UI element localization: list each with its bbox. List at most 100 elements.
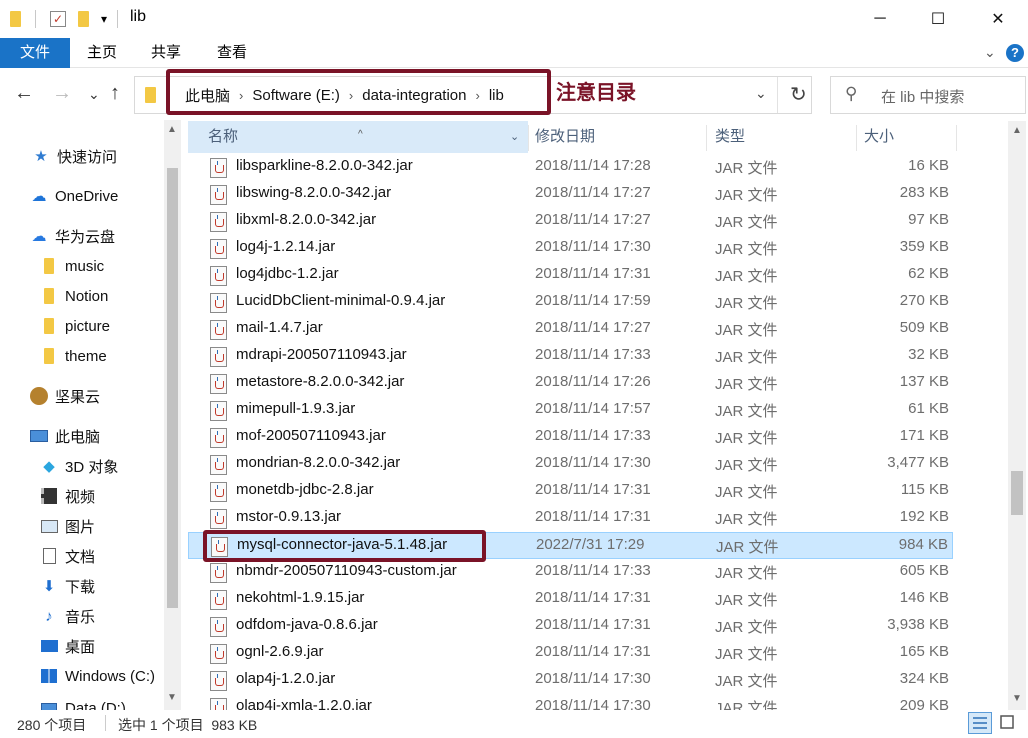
search-input[interactable]: ⚲ 在 lib 中搜索 — [830, 76, 1026, 114]
file-type: JAR 文件 — [715, 700, 778, 710]
sidebar-item-videos[interactable]: 视频 — [40, 483, 95, 509]
maximize-button[interactable]: ☐ — [908, 0, 968, 38]
refresh-button[interactable]: ↻ — [790, 82, 807, 107]
file-type: JAR 文件 — [715, 457, 778, 474]
drive-d-icon — [40, 700, 58, 710]
table-row[interactable]: mondrian-8.2.0.0-342.jar 2018/11/14 17:30… — [188, 451, 953, 478]
file-date: 2018/11/14 17:26 — [535, 373, 651, 390]
annotation-label: 注意目录 — [556, 82, 636, 104]
sidebar-item-nutstore[interactable]: 坚果云 — [30, 383, 100, 409]
sidebar-item-picture-folder[interactable]: picture — [40, 313, 110, 339]
table-row[interactable]: mstor-0.9.13.jar 2018/11/14 17:31 JAR 文件 19… — [188, 505, 953, 532]
sidebar-item-huawei-cloud[interactable]: ☁ 华为云盘 — [30, 223, 116, 249]
jar-file-icon — [210, 698, 227, 710]
jar-file-icon — [210, 158, 227, 178]
scroll-down-icon[interactable]: ▼ — [1012, 693, 1022, 704]
large-icons-view-button[interactable] — [996, 712, 1020, 734]
file-list-scrollbar[interactable]: ▲ ▼ — [1008, 121, 1026, 710]
jar-file-icon — [210, 428, 227, 448]
file-type: JAR 文件 — [715, 187, 778, 204]
sidebar-item-notion-folder[interactable]: Notion — [40, 283, 108, 309]
file-name: mondrian-8.2.0.0-342.jar — [236, 454, 401, 471]
back-button[interactable]: ← — [14, 82, 34, 105]
sidebar-item-theme-folder[interactable]: theme — [40, 343, 107, 369]
file-type: JAR 文件 — [715, 511, 778, 528]
address-dropdown-icon[interactable]: ⌄ — [755, 85, 767, 102]
sidebar-item-this-pc[interactable]: 此电脑 — [30, 423, 100, 449]
scroll-up-icon[interactable]: ▲ — [167, 124, 177, 135]
scrollbar-thumb[interactable] — [167, 168, 178, 608]
column-size[interactable]: 大小 — [844, 121, 894, 153]
table-row[interactable]: nbmdr-200507110943-custom.jar 2018/11/14 … — [188, 559, 953, 586]
ribbon-expand-icon[interactable]: ⌄ — [984, 44, 996, 61]
file-list: libsparkline-8.2.0.0-342.jar 2018/11/14 1… — [188, 153, 1008, 710]
forward-button[interactable]: → — [52, 82, 72, 105]
minimize-button[interactable]: ─ — [850, 0, 910, 38]
sidebar-item-downloads[interactable]: ⬇ 下载 — [40, 573, 95, 599]
file-date: 2018/11/14 17:31 — [535, 508, 651, 525]
sidebar-item-music[interactable]: ♪ 音乐 — [40, 603, 95, 629]
table-row[interactable]: nekohtml-1.9.15.jar 2018/11/14 17:31 JAR 文… — [188, 586, 953, 613]
properties-icon[interactable]: ✓ — [50, 11, 66, 27]
pictures-icon — [40, 518, 58, 534]
sidebar-item-drive-d[interactable]: Data (D:) — [40, 695, 126, 710]
tab-home[interactable]: 主页 — [87, 38, 117, 68]
jar-file-icon — [210, 455, 227, 475]
file-name: monetdb-jdbc-2.8.jar — [236, 481, 374, 498]
window-title: lib — [130, 8, 147, 25]
sidebar-item-desktop[interactable]: 桌面 — [40, 633, 95, 659]
table-row[interactable]: log4jdbc-1.2.jar 2018/11/14 17:31 JAR 文件 62… — [188, 262, 953, 289]
scroll-down-icon[interactable]: ▼ — [167, 692, 177, 703]
table-row[interactable]: mof-200507110943.jar 2018/11/14 17:33 JAR … — [188, 424, 953, 451]
tab-file[interactable]: 文件 — [0, 38, 70, 68]
table-row[interactable]: log4j-1.2.14.jar 2018/11/14 17:30 JAR 文件 35… — [188, 235, 953, 262]
details-view-button[interactable] — [968, 712, 992, 734]
table-row[interactable]: monetdb-jdbc-2.8.jar 2018/11/14 17:31 JAR … — [188, 478, 953, 505]
sidebar-item-music-folder[interactable]: music — [40, 253, 104, 279]
scroll-up-icon[interactable]: ▲ — [1012, 125, 1022, 136]
table-row[interactable]: mail-1.4.7.jar 2018/11/14 17:27 JAR 文件 509 … — [188, 316, 953, 343]
quick-access-dropdown-icon[interactable]: ▾ — [101, 12, 107, 26]
table-row[interactable]: olap4j-xmla-1.2.0.jar 2018/11/14 17:30 JAR… — [188, 694, 953, 710]
sidebar-item-onedrive[interactable]: ☁ OneDrive — [30, 183, 119, 209]
tab-share[interactable]: 共享 — [151, 38, 181, 68]
column-date[interactable]: 修改日期 — [515, 121, 595, 153]
table-row[interactable]: mdrapi-200507110943.jar 2018/11/14 17:33 J… — [188, 343, 953, 370]
table-row[interactable]: ognl-2.6.9.jar 2018/11/14 17:31 JAR 文件 165 … — [188, 640, 953, 667]
quick-access-toolbar: ✓ ▾ — [10, 9, 119, 29]
table-row[interactable]: olap4j-1.2.0.jar 2018/11/14 17:30 JAR 文件 32… — [188, 667, 953, 694]
file-size: 283 KB — [899, 184, 949, 201]
sidebar-item-drive-c[interactable]: Windows (C:) — [40, 663, 155, 689]
sidebar-item-quick-access[interactable]: ★ 快速访问 — [32, 143, 117, 169]
up-button[interactable]: ↑ — [110, 82, 120, 105]
sidebar-item-3d-objects[interactable]: ◆ 3D 对象 — [40, 453, 118, 479]
sidebar-item-pictures[interactable]: 图片 — [40, 513, 95, 539]
close-button[interactable]: ✕ — [968, 0, 1028, 38]
file-date: 2018/11/14 17:30 — [535, 670, 651, 687]
sidebar-item-label: Notion — [65, 287, 109, 305]
file-type: JAR 文件 — [715, 160, 778, 177]
recent-locations-button[interactable]: ⌄ — [88, 86, 100, 103]
file-date: 2018/11/14 17:31 — [535, 481, 651, 498]
table-row[interactable]: LucidDbClient-minimal-0.9.4.jar 2018/11/1… — [188, 289, 953, 316]
new-folder-icon[interactable] — [78, 11, 89, 27]
column-type[interactable]: 类型 — [695, 121, 745, 153]
search-icon: ⚲ — [845, 84, 858, 103]
table-row[interactable]: libsparkline-8.2.0.0-342.jar 2018/11/14 1… — [188, 154, 953, 181]
table-row[interactable]: libxml-8.2.0.0-342.jar 2018/11/14 17:27 JA… — [188, 208, 953, 235]
sidebar-scrollbar[interactable]: ▲ ▼ — [164, 120, 181, 710]
jar-file-icon — [210, 401, 227, 421]
column-name[interactable]: 名称 ^ ⌄ — [188, 121, 528, 153]
jar-file-icon — [210, 239, 227, 259]
scrollbar-thumb[interactable] — [1011, 471, 1023, 515]
table-row[interactable]: odfdom-java-0.8.6.jar 2018/11/14 17:31 JAR… — [188, 613, 953, 640]
tab-view[interactable]: 查看 — [217, 38, 247, 68]
table-row[interactable]: mimepull-1.9.3.jar 2018/11/14 17:57 JAR 文件… — [188, 397, 953, 424]
help-icon[interactable]: ? — [1006, 44, 1024, 62]
table-row[interactable]: metastore-8.2.0.0-342.jar 2018/11/14 17:2… — [188, 370, 953, 397]
sidebar-item-label: 坚果云 — [55, 388, 101, 406]
file-type: JAR 文件 — [715, 646, 778, 663]
divider — [35, 10, 36, 28]
table-row[interactable]: libswing-8.2.0.0-342.jar 2018/11/14 17:27… — [188, 181, 953, 208]
sidebar-item-documents[interactable]: 文档 — [40, 543, 95, 569]
